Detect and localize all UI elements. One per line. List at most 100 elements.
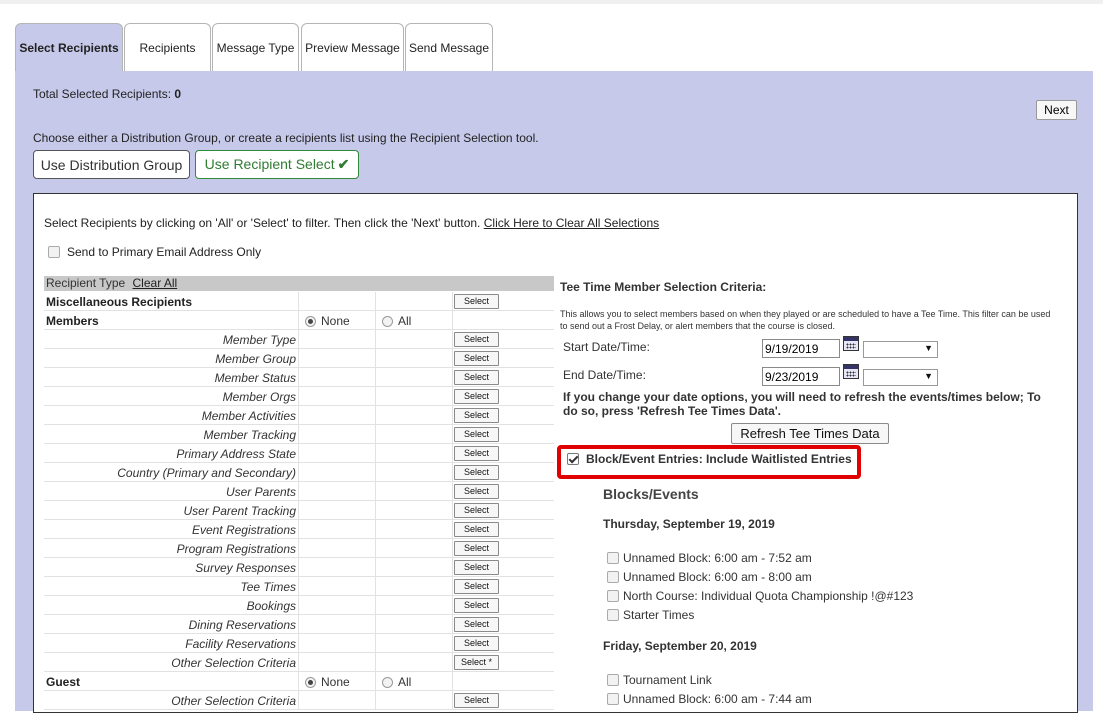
- select-button[interactable]: Select: [454, 332, 499, 347]
- start-date-input[interactable]: [762, 339, 840, 358]
- refresh-note: If you change your date options, you wil…: [563, 390, 1041, 418]
- day-heading: Friday, September 20, 2019: [603, 639, 757, 653]
- select-button[interactable]: Select: [454, 636, 499, 651]
- blocks-events-title: Blocks/Events: [603, 486, 699, 502]
- clear-all-selections-link[interactable]: Click Here to Clear All Selections: [484, 216, 659, 230]
- row-label-cell: Country (Primary and Secondary): [44, 463, 299, 482]
- row-all-cell: [376, 425, 453, 444]
- recipient-type-title: Recipient Type: [46, 276, 126, 290]
- row-label: Survey Responses: [195, 561, 296, 575]
- event-checkbox[interactable]: [607, 674, 619, 686]
- calendar-icon[interactable]: [843, 364, 859, 379]
- select-button[interactable]: Select: [454, 503, 499, 518]
- radio-button[interactable]: [382, 676, 393, 688]
- row-select-cell: Select: [453, 520, 554, 539]
- event-label: North Course: Individual Quota Champions…: [623, 589, 914, 603]
- row-all-cell: [376, 387, 453, 406]
- row-label: Members: [46, 314, 99, 328]
- row-select-cell: Select: [453, 615, 554, 634]
- end-time-select[interactable]: ▼: [863, 369, 938, 386]
- select-button[interactable]: Select: [454, 389, 499, 404]
- table-row: User Parents Select: [44, 482, 554, 501]
- row-all-cell: [376, 691, 453, 710]
- event-label: Tournament Link: [623, 673, 712, 687]
- use-distribution-group-button[interactable]: Use Distribution Group: [33, 150, 190, 179]
- select-button[interactable]: Select: [454, 484, 499, 499]
- total-selected: Total Selected Recipients: 0: [33, 87, 181, 101]
- tab-message-type[interactable]: Message Type: [212, 23, 299, 72]
- tab-send-message[interactable]: Send Message: [405, 23, 493, 72]
- table-row: Facility Reservations Select: [44, 634, 554, 653]
- row-all-cell: [376, 653, 453, 672]
- select-button[interactable]: Select: [454, 294, 499, 309]
- event-checkbox[interactable]: [607, 590, 619, 602]
- checkmark-icon: ✔: [337, 156, 350, 172]
- row-select-cell: Select: [453, 444, 554, 463]
- select-button[interactable]: Select: [454, 598, 499, 613]
- event-checkbox[interactable]: [607, 571, 619, 583]
- radio-option[interactable]: All: [382, 314, 411, 328]
- row-select-cell: Select: [453, 292, 554, 311]
- row-label-cell: Guest: [44, 672, 299, 691]
- end-date-input[interactable]: [762, 367, 840, 386]
- event-label: Unnamed Block: 6:00 am - 7:44 am: [623, 692, 812, 706]
- row-select-cell: Select: [453, 463, 554, 482]
- tab-preview-message[interactable]: Preview Message: [301, 23, 404, 72]
- select-button[interactable]: Select: [454, 446, 499, 461]
- tab-select-recipients[interactable]: Select Recipients: [15, 23, 123, 72]
- table-row: Program Registrations Select: [44, 539, 554, 558]
- row-label-cell: Primary Address State: [44, 444, 299, 463]
- table-row: Other Selection Criteria Select: [44, 691, 554, 710]
- next-button[interactable]: Next: [1036, 100, 1077, 120]
- row-label: Program Registrations: [176, 542, 296, 556]
- select-button[interactable]: Select: [454, 370, 499, 385]
- row-all-cell: [376, 558, 453, 577]
- radio-option[interactable]: None: [305, 675, 350, 689]
- row-label: Miscellaneous Recipients: [46, 295, 193, 309]
- waitlist-checkbox[interactable]: [567, 453, 579, 465]
- select-button[interactable]: Select: [454, 408, 499, 423]
- event-checkbox[interactable]: [607, 693, 619, 705]
- row-all-cell: [376, 292, 453, 311]
- start-time-select[interactable]: ▼: [863, 341, 938, 358]
- end-date-label: End Date/Time:: [563, 368, 646, 382]
- select-button[interactable]: Select: [454, 541, 499, 556]
- select-button[interactable]: Select: [454, 465, 499, 480]
- select-button[interactable]: Select: [454, 560, 499, 575]
- event-checkbox[interactable]: [607, 552, 619, 564]
- row-label: Guest: [46, 675, 81, 689]
- select-button[interactable]: Select: [454, 617, 499, 632]
- select-button[interactable]: Select: [454, 522, 499, 537]
- row-none-cell: [299, 482, 376, 501]
- row-label-cell: User Parents: [44, 482, 299, 501]
- tab-recipients[interactable]: Recipients: [124, 23, 211, 72]
- radio-button[interactable]: [305, 676, 316, 688]
- radio-option[interactable]: None: [305, 314, 350, 328]
- row-label-cell: Other Selection Criteria: [44, 653, 299, 672]
- event-item: Starter Times: [607, 608, 694, 622]
- radio-button[interactable]: [382, 315, 393, 327]
- table-row: Member Status Select: [44, 368, 554, 387]
- row-select-cell: Select: [453, 330, 554, 349]
- row-none-cell: [299, 444, 376, 463]
- select-button[interactable]: Select: [454, 427, 499, 442]
- refresh-tee-times-button[interactable]: Refresh Tee Times Data: [731, 423, 889, 444]
- select-instructions-text: Select Recipients by clicking on 'All' o…: [44, 216, 481, 230]
- total-label: Total Selected Recipients:: [33, 87, 172, 101]
- row-label: Event Registrations: [191, 523, 296, 537]
- calendar-icon[interactable]: [843, 336, 859, 351]
- clear-all-link[interactable]: Clear All: [133, 276, 178, 290]
- row-none-cell: [299, 292, 376, 311]
- use-recipient-select-button[interactable]: Use Recipient Select ✔: [195, 150, 359, 179]
- row-label: Primary Address State: [176, 447, 296, 461]
- radio-option[interactable]: All: [382, 675, 411, 689]
- row-all-cell: [376, 615, 453, 634]
- row-none-cell: None: [299, 311, 376, 330]
- radio-button[interactable]: [305, 315, 316, 327]
- row-select-cell: Select: [453, 368, 554, 387]
- primary-email-checkbox[interactable]: [48, 246, 60, 258]
- event-checkbox[interactable]: [607, 609, 619, 621]
- select-button[interactable]: Select: [454, 579, 499, 594]
- select-button[interactable]: Select *: [454, 655, 499, 670]
- select-button[interactable]: Select: [454, 351, 499, 366]
